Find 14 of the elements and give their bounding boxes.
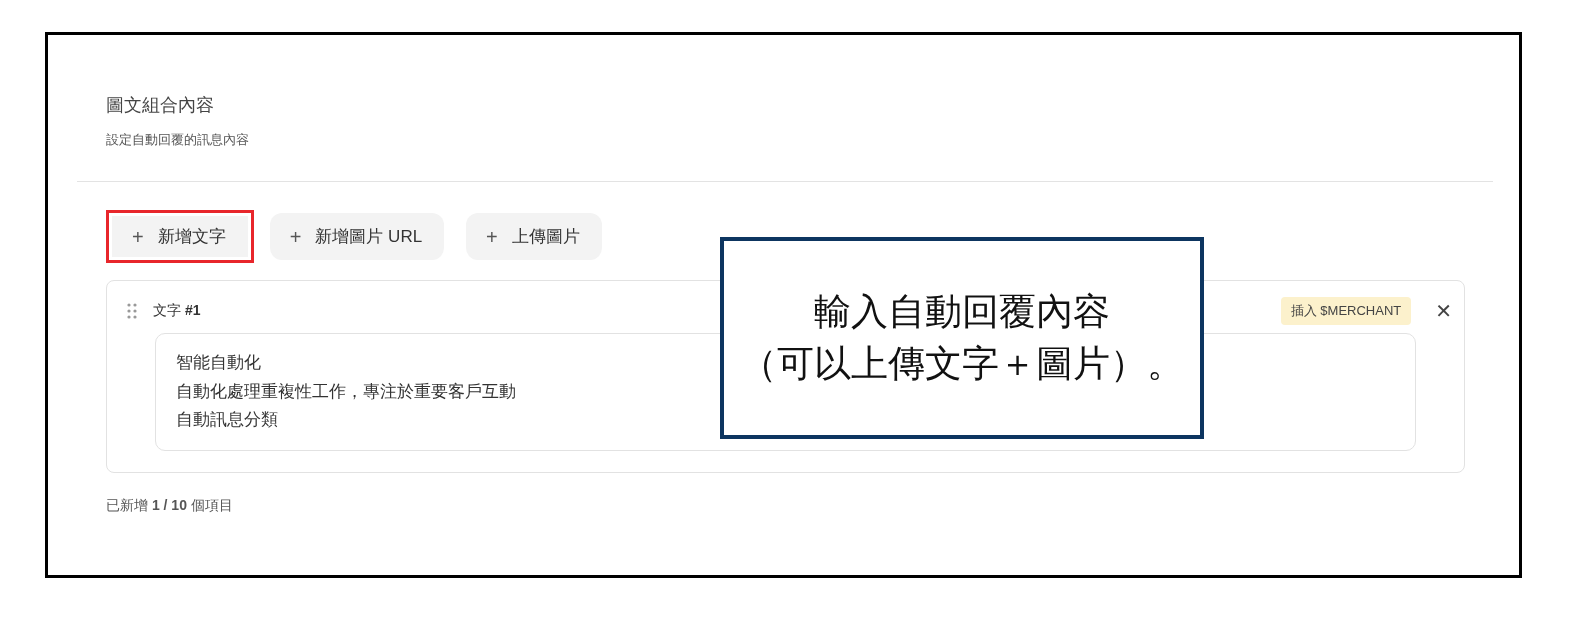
add-button[interactable]: + 新增文字 (112, 216, 248, 257)
section-subtitle: 設定自動回覆的訊息內容 (106, 131, 249, 149)
add-button[interactable]: + 新增圖片 URL (269, 213, 445, 260)
item-count: 已新增 1 / 10 個項目 (106, 497, 234, 515)
plus-icon: + (289, 226, 302, 247)
add-button[interactable]: + 上傳圖片 (466, 213, 602, 260)
plus-icon: + (486, 226, 498, 247)
insert-variable-button[interactable]: 插入 $MERCHANT (1280, 297, 1412, 325)
annotation-box: 輸入自動回覆內容 （可以上傳文字＋圖片）。 (720, 237, 1204, 439)
plus-icon: + (132, 226, 144, 247)
item-label: 文字 #1 (153, 302, 201, 320)
drag-handle-icon[interactable] (127, 303, 137, 319)
section-title: 圖文組合內容 (106, 94, 214, 117)
close-button[interactable]: ✕ (1435, 299, 1452, 323)
